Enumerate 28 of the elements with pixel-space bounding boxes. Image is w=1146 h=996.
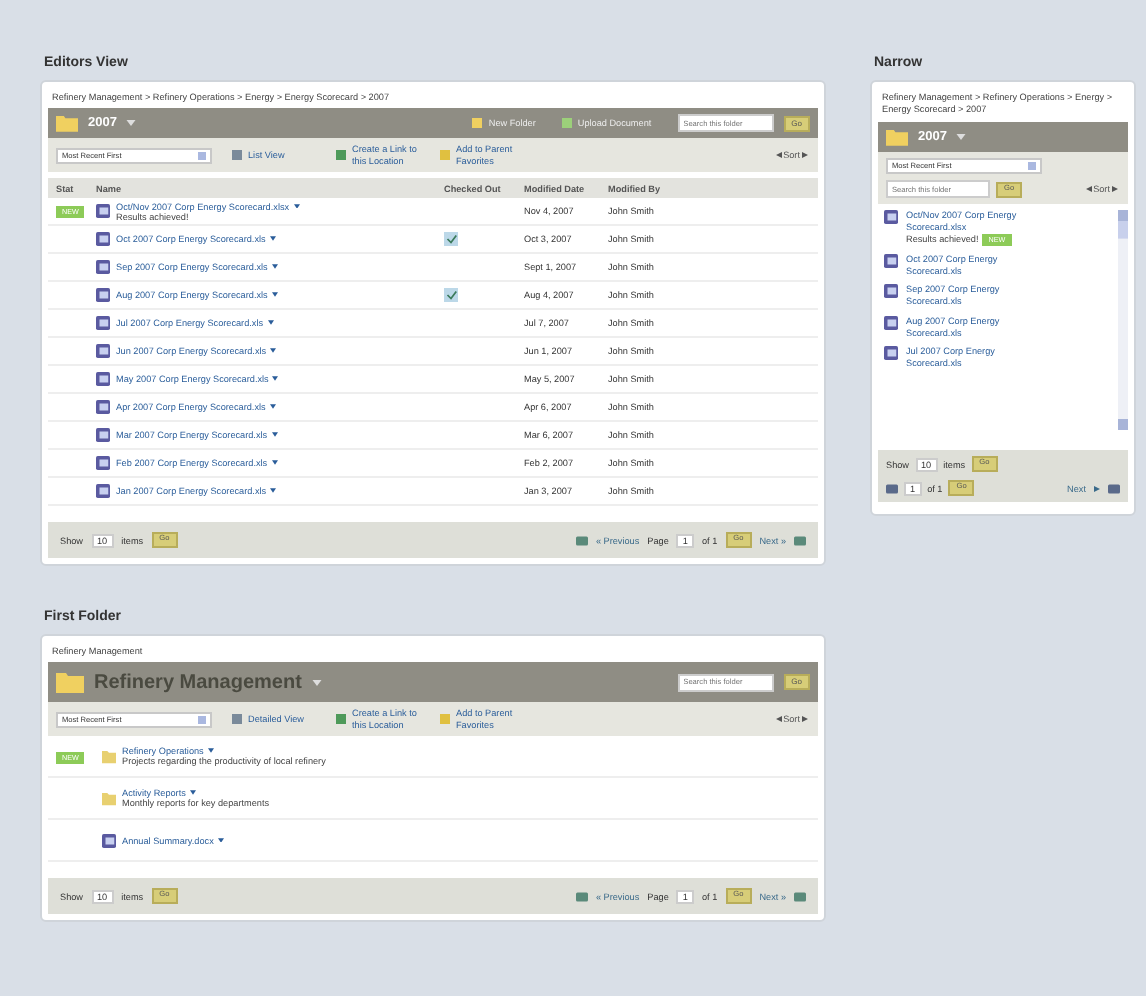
caret-icon[interactable] (271, 292, 278, 298)
caret-icon[interactable] (267, 320, 274, 326)
document-icon (102, 833, 116, 847)
caret-icon[interactable] (271, 264, 278, 270)
caret-icon[interactable] (207, 748, 214, 754)
left-arrow-icon[interactable] (775, 152, 782, 158)
caret-icon[interactable] (189, 790, 196, 796)
document-icon (884, 210, 898, 225)
document-icon (884, 346, 898, 361)
right-arrow-icon[interactable] (1112, 186, 1118, 193)
right-arrow-icon[interactable] (802, 152, 808, 158)
caret-icon[interactable] (217, 837, 224, 843)
caret-icon[interactable] (270, 348, 277, 354)
next-icon[interactable] (1094, 485, 1100, 492)
caret-icon[interactable] (293, 203, 300, 209)
caret-icon[interactable] (271, 432, 278, 438)
right-arrow-icon[interactable] (802, 716, 808, 722)
document-icon (884, 284, 898, 299)
caret-icon[interactable] (269, 236, 276, 242)
document-icon (884, 253, 898, 268)
caret-icon[interactable] (269, 404, 276, 410)
left-arrow-icon[interactable] (775, 716, 782, 722)
caret-icon[interactable] (272, 376, 279, 382)
document-icon (884, 315, 898, 330)
left-arrow-icon[interactable] (1085, 186, 1092, 193)
scrollbar[interactable] (1118, 210, 1128, 431)
caret-icon[interactable] (270, 488, 277, 494)
caret-icon[interactable] (271, 460, 278, 466)
